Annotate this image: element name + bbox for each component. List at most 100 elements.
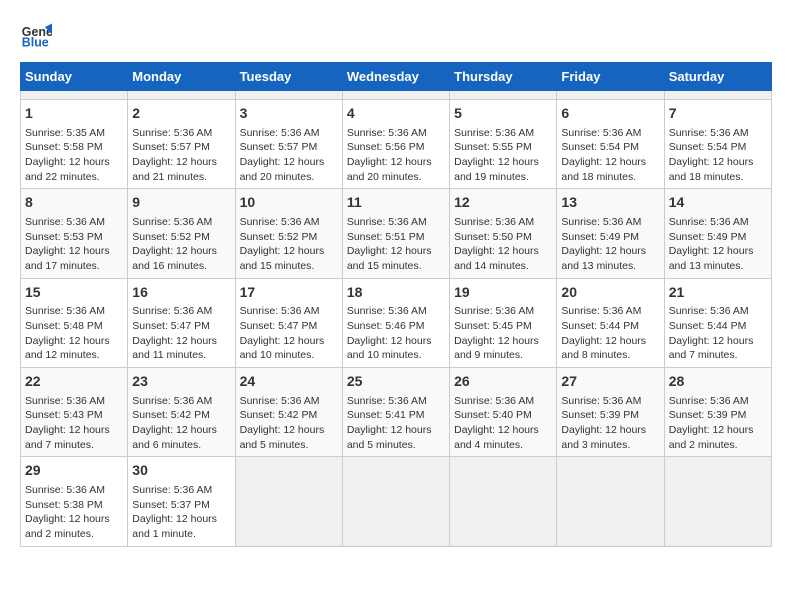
calendar-cell: 14Sunrise: 5:36 AMSunset: 5:49 PMDayligh…: [664, 189, 771, 278]
day-header-sunday: Sunday: [21, 63, 128, 91]
day-info: Sunrise: 5:36 AMSunset: 5:37 PMDaylight:…: [132, 484, 217, 540]
calendar-cell: [342, 457, 449, 546]
calendar-cell: 24 Sunrise: 5:36 AMSunset: 5:42 PMDayligh…: [235, 368, 342, 457]
day-info: Sunrise: 5:36 AMSunset: 5:39 PMDaylight:…: [669, 395, 754, 451]
day-number: 25: [347, 372, 445, 392]
calendar-cell: 26 Sunrise: 5:36 AMSunset: 5:40 PMDayligh…: [450, 368, 557, 457]
calendar-cell: [664, 91, 771, 100]
calendar-cell: 22 Sunrise: 5:36 AMSunset: 5:43 PMDayligh…: [21, 368, 128, 457]
calendar-cell: 21Sunrise: 5:36 AMSunset: 5:44 PMDayligh…: [664, 278, 771, 367]
calendar-cell: 28 Sunrise: 5:36 AMSunset: 5:39 PMDayligh…: [664, 368, 771, 457]
day-number: 18: [347, 283, 445, 303]
calendar-cell: 16Sunrise: 5:36 AMSunset: 5:47 PMDayligh…: [128, 278, 235, 367]
day-info: Sunrise: 5:36 AMSunset: 5:55 PMDaylight:…: [454, 127, 539, 183]
calendar-cell: [664, 457, 771, 546]
calendar-cell: 11 Sunrise: 5:36 AMSunset: 5:51 PMDayligh…: [342, 189, 449, 278]
day-number: 21: [669, 283, 767, 303]
calendar-cell: 20Sunrise: 5:36 AMSunset: 5:44 PMDayligh…: [557, 278, 664, 367]
calendar-cell: 10 Sunrise: 5:36 AMSunset: 5:52 PMDayligh…: [235, 189, 342, 278]
logo-icon: General Blue: [20, 20, 52, 52]
calendar-cell: 15Sunrise: 5:36 AMSunset: 5:48 PMDayligh…: [21, 278, 128, 367]
day-info: Sunrise: 5:36 AMSunset: 5:47 PMDaylight:…: [240, 305, 325, 361]
calendar-cell: 17Sunrise: 5:36 AMSunset: 5:47 PMDayligh…: [235, 278, 342, 367]
calendar-cell: 27 Sunrise: 5:36 AMSunset: 5:39 PMDayligh…: [557, 368, 664, 457]
day-header-tuesday: Tuesday: [235, 63, 342, 91]
day-info: Sunrise: 5:36 AMSunset: 5:48 PMDaylight:…: [25, 305, 110, 361]
day-info: Sunrise: 5:36 AMSunset: 5:46 PMDaylight:…: [347, 305, 432, 361]
day-info: Sunrise: 5:36 AMSunset: 5:42 PMDaylight:…: [240, 395, 325, 451]
day-info: Sunrise: 5:36 AMSunset: 5:43 PMDaylight:…: [25, 395, 110, 451]
day-info: Sunrise: 5:36 AMSunset: 5:52 PMDaylight:…: [132, 216, 217, 272]
day-number: 29: [25, 461, 123, 481]
calendar-cell: [557, 91, 664, 100]
calendar-cell: [450, 91, 557, 100]
day-number: 27: [561, 372, 659, 392]
day-number: 16: [132, 283, 230, 303]
day-number: 11: [347, 193, 445, 213]
day-info: Sunrise: 5:36 AMSunset: 5:51 PMDaylight:…: [347, 216, 432, 272]
calendar-cell: [21, 91, 128, 100]
day-info: Sunrise: 5:36 AMSunset: 5:52 PMDaylight:…: [240, 216, 325, 272]
calendar-week-row: [21, 91, 772, 100]
logo: General Blue: [20, 20, 56, 52]
day-number: 28: [669, 372, 767, 392]
page-header: General Blue: [20, 20, 772, 52]
day-info: Sunrise: 5:36 AMSunset: 5:53 PMDaylight:…: [25, 216, 110, 272]
calendar-cell: [557, 457, 664, 546]
day-number: 15: [25, 283, 123, 303]
calendar-cell: 9Sunrise: 5:36 AMSunset: 5:52 PMDaylight…: [128, 189, 235, 278]
day-info: Sunrise: 5:36 AMSunset: 5:54 PMDaylight:…: [561, 127, 646, 183]
calendar-cell: 13Sunrise: 5:36 AMSunset: 5:49 PMDayligh…: [557, 189, 664, 278]
day-info: Sunrise: 5:36 AMSunset: 5:54 PMDaylight:…: [669, 127, 754, 183]
day-number: 26: [454, 372, 552, 392]
calendar-week-row: 22 Sunrise: 5:36 AMSunset: 5:43 PMDayligh…: [21, 368, 772, 457]
calendar-cell: 5 Sunrise: 5:36 AMSunset: 5:55 PMDaylight…: [450, 100, 557, 189]
day-number: 30: [132, 461, 230, 481]
day-number: 6: [561, 104, 659, 124]
day-info: Sunrise: 5:36 AMSunset: 5:40 PMDaylight:…: [454, 395, 539, 451]
day-header-thursday: Thursday: [450, 63, 557, 91]
calendar-cell: 1 Sunrise: 5:35 AMSunset: 5:58 PMDaylight…: [21, 100, 128, 189]
day-header-saturday: Saturday: [664, 63, 771, 91]
calendar-week-row: 8 Sunrise: 5:36 AMSunset: 5:53 PMDaylight…: [21, 189, 772, 278]
day-number: 10: [240, 193, 338, 213]
day-number: 5: [454, 104, 552, 124]
calendar-week-row: 1 Sunrise: 5:35 AMSunset: 5:58 PMDaylight…: [21, 100, 772, 189]
calendar-cell: [450, 457, 557, 546]
day-info: Sunrise: 5:36 AMSunset: 5:49 PMDaylight:…: [669, 216, 754, 272]
calendar-cell: 25Sunrise: 5:36 AMSunset: 5:41 PMDayligh…: [342, 368, 449, 457]
day-number: 8: [25, 193, 123, 213]
calendar-header-row: SundayMondayTuesdayWednesdayThursdayFrid…: [21, 63, 772, 91]
calendar-cell: 7Sunrise: 5:36 AMSunset: 5:54 PMDaylight…: [664, 100, 771, 189]
calendar-cell: [235, 457, 342, 546]
calendar-cell: 3Sunrise: 5:36 AMSunset: 5:57 PMDaylight…: [235, 100, 342, 189]
day-header-monday: Monday: [128, 63, 235, 91]
day-number: 13: [561, 193, 659, 213]
calendar-cell: 2Sunrise: 5:36 AMSunset: 5:57 PMDaylight…: [128, 100, 235, 189]
calendar-cell: [128, 91, 235, 100]
day-number: 19: [454, 283, 552, 303]
day-info: Sunrise: 5:36 AMSunset: 5:42 PMDaylight:…: [132, 395, 217, 451]
calendar-week-row: 29Sunrise: 5:36 AMSunset: 5:38 PMDayligh…: [21, 457, 772, 546]
day-info: Sunrise: 5:36 AMSunset: 5:57 PMDaylight:…: [240, 127, 325, 183]
day-number: 23: [132, 372, 230, 392]
calendar-cell: 8 Sunrise: 5:36 AMSunset: 5:53 PMDaylight…: [21, 189, 128, 278]
day-number: 22: [25, 372, 123, 392]
day-header-wednesday: Wednesday: [342, 63, 449, 91]
calendar-cell: 23 Sunrise: 5:36 AMSunset: 5:42 PMDayligh…: [128, 368, 235, 457]
day-number: 1: [25, 104, 123, 124]
day-info: Sunrise: 5:36 AMSunset: 5:56 PMDaylight:…: [347, 127, 432, 183]
day-number: 12: [454, 193, 552, 213]
calendar-cell: 12Sunrise: 5:36 AMSunset: 5:50 PMDayligh…: [450, 189, 557, 278]
day-number: 20: [561, 283, 659, 303]
calendar-cell: [235, 91, 342, 100]
day-info: Sunrise: 5:36 AMSunset: 5:44 PMDaylight:…: [669, 305, 754, 361]
calendar-table: SundayMondayTuesdayWednesdayThursdayFrid…: [20, 62, 772, 547]
calendar-cell: 19Sunrise: 5:36 AMSunset: 5:45 PMDayligh…: [450, 278, 557, 367]
day-info: Sunrise: 5:36 AMSunset: 5:47 PMDaylight:…: [132, 305, 217, 361]
day-info: Sunrise: 5:35 AMSunset: 5:58 PMDaylight:…: [25, 127, 110, 183]
day-number: 24: [240, 372, 338, 392]
day-info: Sunrise: 5:36 AMSunset: 5:39 PMDaylight:…: [561, 395, 646, 451]
day-number: 4: [347, 104, 445, 124]
calendar-cell: [342, 91, 449, 100]
